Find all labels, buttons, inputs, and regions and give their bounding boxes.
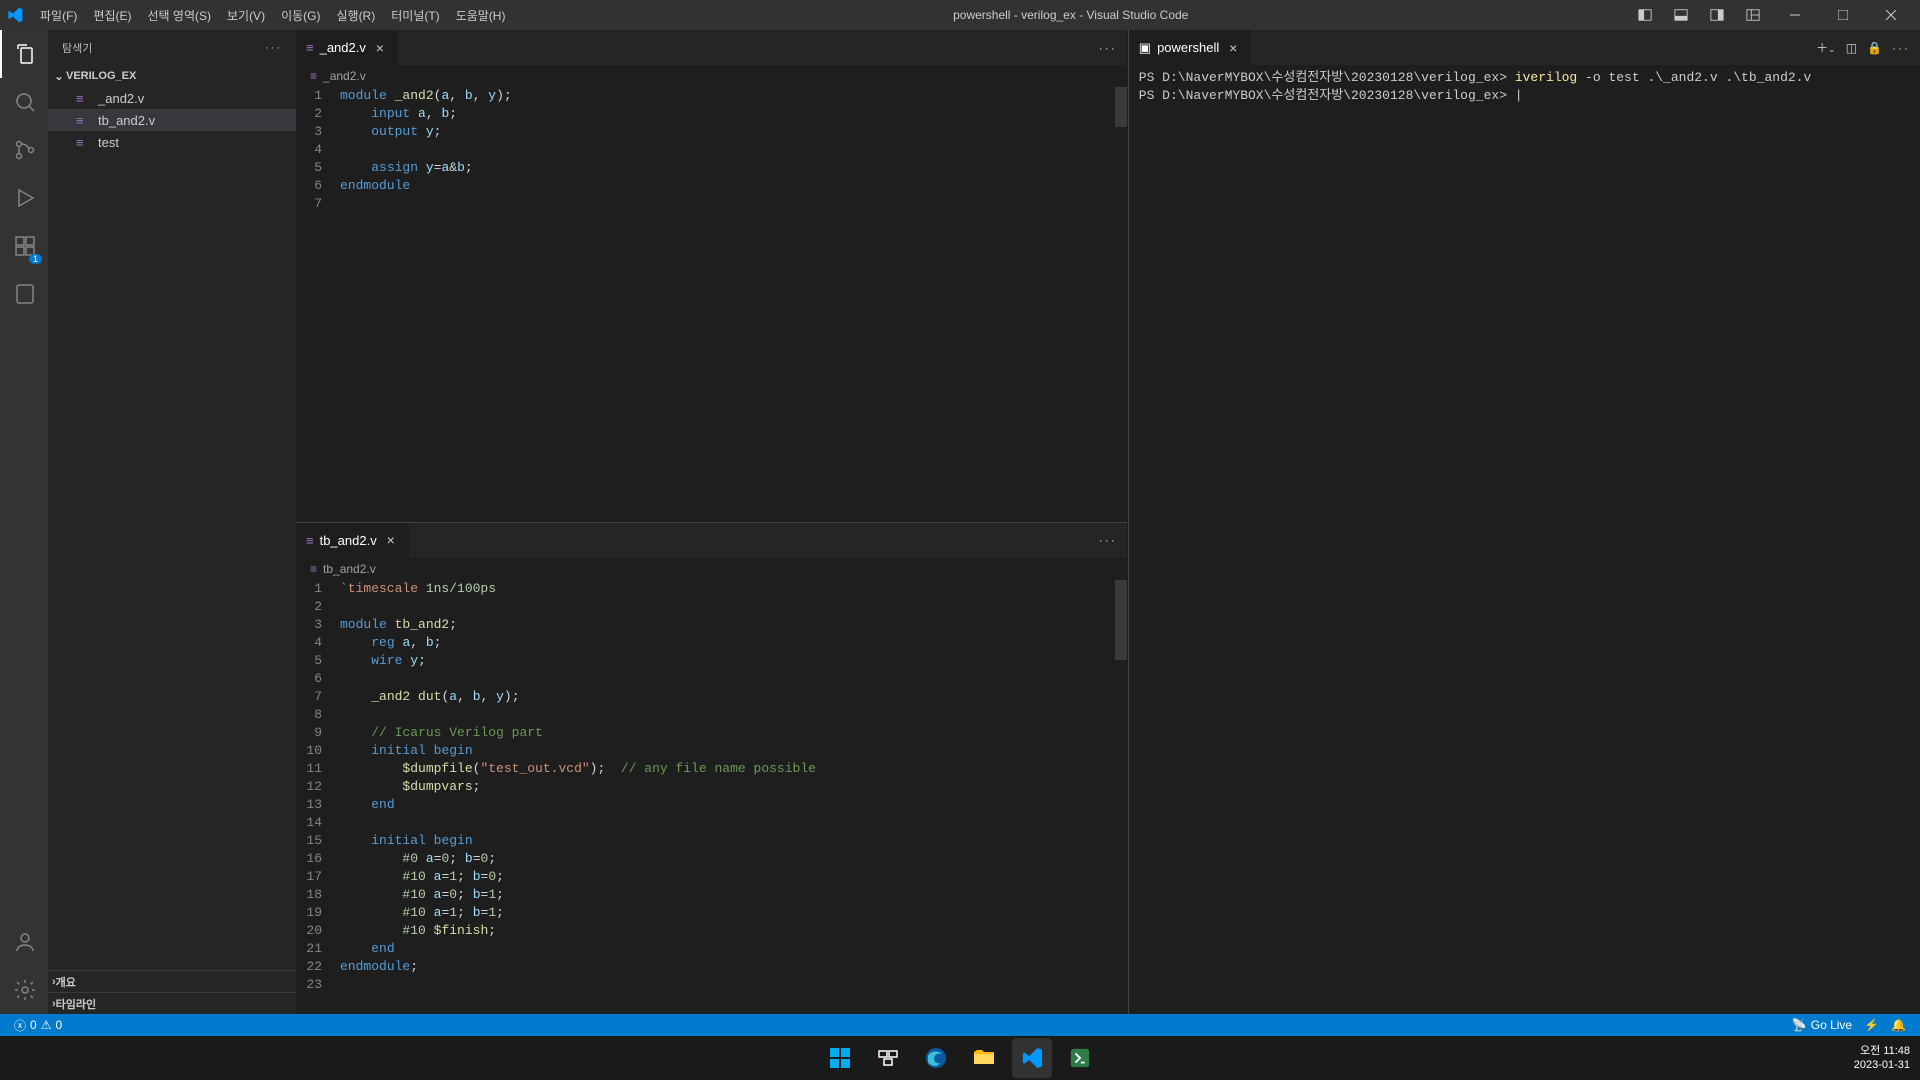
more-icon[interactable]: ··· [1099, 533, 1117, 547]
search-icon[interactable] [0, 78, 48, 126]
menu-item[interactable]: 보기(V) [219, 3, 273, 28]
menu-item[interactable]: 편집(E) [85, 3, 139, 28]
split-icon[interactable]: ◫ [1846, 41, 1857, 55]
editor-group-left: ≡ _and2.v × ··· ≡ _and2.v 1module _and2(… [296, 30, 1128, 1014]
explorer-sidebar: 탐색기 ··· ⌄ VERILOG_EX ≡_and2.v≡tb_and2.v≡… [48, 30, 296, 1014]
tab-label: tb_and2.v [320, 533, 377, 548]
layout-bottom-icon[interactable] [1664, 0, 1698, 30]
file-explorer-icon[interactable] [964, 1038, 1004, 1078]
file-item[interactable]: ≡tb_and2.v [48, 109, 296, 131]
verilog-file-icon: ≡ [306, 40, 314, 55]
taskbar-clock[interactable]: 오전 11:48 2023-01-31 [1854, 1044, 1910, 1072]
layout-panel-icon[interactable] [1628, 0, 1662, 30]
explorer-icon[interactable] [0, 30, 48, 78]
editor-area: ≡ _and2.v × ··· ≡ _and2.v 1module _and2(… [296, 30, 1920, 1014]
menu-item[interactable]: 도움말(H) [448, 3, 514, 28]
tab-powershell[interactable]: ▣ powershell × [1129, 30, 1252, 65]
settings-gear-icon[interactable] [0, 966, 48, 1014]
file-item[interactable]: ≡test [48, 131, 296, 153]
task-view-icon[interactable] [868, 1038, 908, 1078]
chevron-right-icon: › [52, 998, 56, 1010]
menu-bar: 파일(F)편집(E)선택 영역(S)보기(V)이동(G)실행(R)터미널(T)도… [6, 3, 513, 28]
project-folder[interactable]: ⌄ VERILOG_EX [48, 65, 296, 87]
edge-icon[interactable] [916, 1038, 956, 1078]
feedback-icon[interactable]: ⚡ [1858, 1018, 1885, 1032]
close-icon[interactable]: × [383, 532, 399, 548]
warning-icon: ⚠ [41, 1018, 52, 1032]
minimize-button[interactable] [1772, 0, 1818, 30]
start-button[interactable] [820, 1038, 860, 1078]
code-editor-bottom[interactable]: 1`timescale 1ns/100ps23module tb_and2;4 … [296, 580, 1127, 1015]
windows-taskbar: 오전 11:48 2023-01-31 [0, 1036, 1920, 1080]
close-button[interactable] [1868, 0, 1914, 30]
taskbar-apps [820, 1038, 1100, 1078]
more-icon[interactable]: ··· [1099, 41, 1117, 55]
terminal-icon: ▣ [1139, 40, 1151, 56]
more-icon[interactable]: ··· [1892, 41, 1910, 55]
activity-bar: 1 [0, 30, 48, 1014]
chevron-down-icon: ⌄ [52, 70, 66, 83]
tab-tb-and2[interactable]: ≡ tb_and2.v × [296, 523, 410, 558]
explorer-header: 탐색기 ··· [48, 30, 296, 65]
verilog-file-icon: ≡ [76, 135, 92, 150]
tab-label: powershell [1157, 40, 1219, 55]
menu-item[interactable]: 파일(F) [32, 3, 85, 28]
json-icon[interactable] [0, 270, 48, 318]
tab-bar-bottom: ≡ tb_and2.v × ··· [296, 523, 1127, 558]
terminal-output[interactable]: PS D:\NaverMYBOX\수성컴전자방\20230128\verilog… [1129, 65, 1920, 1014]
main-area: 1 탐색기 ··· ⌄ VERILOG_EX ≡_and2.v≡tb_and2.… [0, 30, 1920, 1014]
tab-bar-top: ≡ _and2.v × ··· [296, 30, 1127, 65]
titlebar-right [1628, 0, 1914, 30]
minimap-top[interactable] [1115, 87, 1127, 522]
close-icon[interactable]: × [1225, 40, 1241, 56]
tab-bar-terminal: ▣ powershell × ＋⌄ ◫ 🔒 ··· [1129, 30, 1920, 65]
verilog-file-icon: ≡ [76, 91, 92, 106]
menu-item[interactable]: 선택 영역(S) [139, 3, 219, 28]
layout-right-icon[interactable] [1700, 0, 1734, 30]
tab-and2[interactable]: ≡ _and2.v × [296, 30, 399, 65]
status-errors[interactable]: ⓧ0 ⚠0 [8, 1017, 68, 1034]
editor-bottom: ≡ tb_and2.v × ··· ≡ tb_and2.v 1`timescal… [296, 522, 1127, 1015]
file-item[interactable]: ≡_and2.v [48, 87, 296, 109]
verilog-file-icon: ≡ [76, 113, 92, 128]
maximize-button[interactable] [1820, 0, 1866, 30]
menu-item[interactable]: 이동(G) [273, 3, 328, 28]
run-debug-icon[interactable] [0, 174, 48, 222]
customize-layout-icon[interactable] [1736, 0, 1770, 30]
app-icon[interactable] [1060, 1038, 1100, 1078]
breadcrumb-bottom[interactable]: ≡ tb_and2.v [296, 558, 1127, 580]
status-bar: ⓧ0 ⚠0 📡Go Live ⚡ 🔔 [0, 1014, 1920, 1036]
go-live-button[interactable]: 📡Go Live [1786, 1018, 1858, 1032]
vscode-taskbar-icon[interactable] [1012, 1038, 1052, 1078]
close-icon[interactable]: × [372, 40, 388, 56]
menu-item[interactable]: 실행(R) [328, 3, 383, 28]
verilog-file-icon: ≡ [310, 69, 317, 83]
new-terminal-icon[interactable]: ＋⌄ [1816, 39, 1836, 56]
minimap-bottom[interactable] [1115, 580, 1127, 1015]
extensions-icon[interactable]: 1 [0, 222, 48, 270]
chevron-right-icon: › [52, 976, 56, 988]
broadcast-icon: 📡 [1792, 1018, 1807, 1032]
source-control-icon[interactable] [0, 126, 48, 174]
error-icon: ⓧ [14, 1017, 26, 1034]
menu-item[interactable]: 터미널(T) [383, 3, 447, 28]
lock-icon[interactable]: 🔒 [1867, 41, 1882, 55]
more-icon[interactable]: ··· [265, 42, 282, 54]
tab-label: _and2.v [320, 40, 366, 55]
sidebar-section[interactable]: › 개요 [48, 970, 296, 992]
editor-group-right: ▣ powershell × ＋⌄ ◫ 🔒 ··· PS D:\NaverMYB… [1128, 30, 1920, 1014]
vscode-logo-icon [6, 6, 24, 24]
notifications-icon[interactable]: 🔔 [1885, 1018, 1912, 1032]
code-editor-top[interactable]: 1module _and2(a, b, y);2 input a, b;3 ou… [296, 87, 1127, 522]
verilog-file-icon: ≡ [310, 562, 317, 576]
sidebar-section[interactable]: › 타임라인 [48, 992, 296, 1014]
breadcrumb-top[interactable]: ≡ _and2.v [296, 65, 1127, 87]
editor-top: ≡ _and2.v × ··· ≡ _and2.v 1module _and2(… [296, 30, 1127, 522]
window-title: powershell - verilog_ex - Visual Studio … [513, 8, 1628, 22]
verilog-file-icon: ≡ [306, 533, 314, 548]
titlebar: 파일(F)편집(E)선택 영역(S)보기(V)이동(G)실행(R)터미널(T)도… [0, 0, 1920, 30]
account-icon[interactable] [0, 918, 48, 966]
